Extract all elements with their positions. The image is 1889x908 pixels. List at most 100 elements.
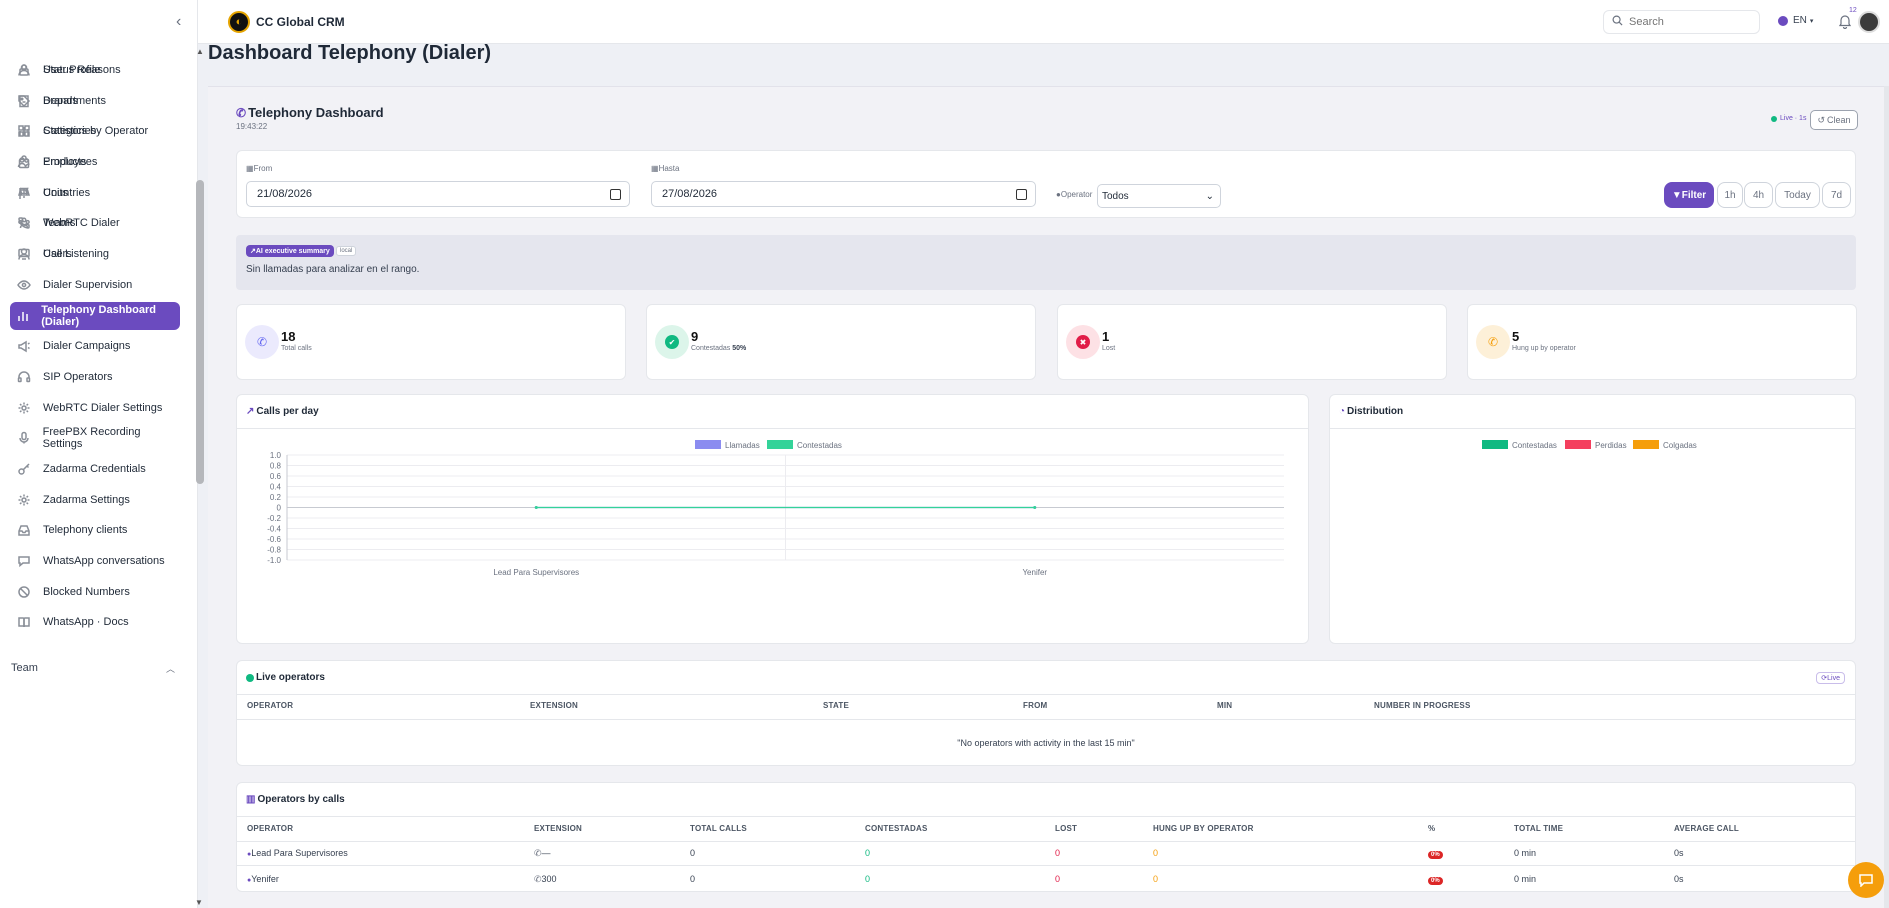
- column-header: STATE: [823, 701, 850, 710]
- quick-today-button[interactable]: Today: [1775, 182, 1820, 208]
- clean-button[interactable]: ↺ Clean: [1810, 110, 1858, 130]
- sidebar-item-dialer-supervision[interactable]: Dialer Supervision: [10, 271, 180, 299]
- sidebar-item-statistics-by-operator[interactable]: Statistics by Operator: [10, 117, 180, 145]
- filter-icon: ▼: [1671, 189, 1682, 201]
- y-tick-label: 1.0: [270, 451, 282, 460]
- y-tick-label: 0.6: [270, 472, 282, 481]
- operator-select[interactable]: Todos ⌄: [1097, 184, 1221, 208]
- column-header: FROM: [1023, 701, 1048, 710]
- gear-icon: [16, 492, 32, 508]
- live-dot-icon: [246, 673, 254, 682]
- y-tick-label: 0.2: [270, 493, 282, 502]
- operators-by-calls-card: ▥ Operators by calls OPERATOR EXTENSION TO…: [236, 782, 1856, 892]
- stat-label: Hung up by operator: [1512, 345, 1576, 352]
- y-tick-label: -0.4: [267, 525, 281, 534]
- sidebar-scrollbar[interactable]: [196, 180, 204, 484]
- sidebar-item-countries[interactable]: Countries: [10, 179, 180, 207]
- stat-value: 1: [1102, 329, 1110, 344]
- quick-1h-button[interactable]: 1h: [1717, 182, 1743, 208]
- chevron-down-icon: ▾: [1809, 17, 1814, 25]
- scroll-down-icon[interactable]: ▼: [195, 898, 205, 907]
- calls-per-day-title: Calls per day: [256, 406, 319, 417]
- clean-label: Clean: [1827, 115, 1851, 125]
- sidebar-item-user-profile[interactable]: User Profile: [10, 56, 180, 84]
- data-point: [534, 506, 538, 509]
- column-header: TOTAL TIME: [1514, 824, 1564, 833]
- sidebar-item-telephony-clients[interactable]: Telephony clients: [10, 516, 180, 544]
- sidebar-item-dialer-campaigns[interactable]: Dialer Campaigns: [10, 332, 180, 360]
- line-chart-icon: ↗: [246, 406, 255, 417]
- filter-button[interactable]: ▼ Filter: [1664, 182, 1714, 208]
- column-header: TOTAL CALLS: [690, 824, 747, 833]
- lost-cell: 0: [1055, 874, 1061, 884]
- quick-4h-button[interactable]: 4h: [1744, 182, 1773, 208]
- sidebar-item-departments[interactable]: Departments: [10, 87, 180, 115]
- calendar-icon[interactable]: [1016, 189, 1027, 200]
- search-box[interactable]: [1603, 10, 1760, 34]
- y-tick-label: -0.2: [267, 514, 281, 523]
- avatar[interactable]: [1858, 11, 1880, 33]
- page-scrollbar[interactable]: [1884, 86, 1889, 908]
- sidebar-item-label: Telephony clients: [43, 524, 128, 537]
- column-header: AVERAGE CALL: [1674, 824, 1739, 833]
- from-date-input[interactable]: 21/08/2026: [246, 181, 630, 207]
- team-section-header[interactable]: Team ︿: [11, 662, 175, 675]
- calls-per-day-card: ↗ Calls per day Llamadas Contestadas 1.0 0.…: [236, 394, 1309, 644]
- search-icon: [1612, 15, 1623, 29]
- operator-cell: ●Yenifer: [247, 874, 279, 884]
- time-cell: 0 min: [1514, 874, 1537, 884]
- column-header: OPERATOR: [247, 701, 294, 710]
- x-tick-label: Yenifer: [1022, 568, 1047, 577]
- search-input[interactable]: [1629, 16, 1749, 28]
- collapse-sidebar-icon[interactable]: ‹: [176, 14, 190, 30]
- sidebar-item-webrtc-dialer-settings[interactable]: WebRTC Dialer Settings: [10, 394, 180, 422]
- sidebar-item-sip-operators[interactable]: SIP Operators: [10, 363, 180, 391]
- scroll-up-icon[interactable]: ▲: [196, 47, 204, 56]
- gear-icon: [16, 400, 32, 416]
- language-selector[interactable]: EN ▾: [1778, 15, 1813, 26]
- calls-per-day-chart: Llamadas Contestadas 1.0 0.80.6 0.40.2 0-0.2 -…: [267, 440, 1284, 577]
- legend-label: Contestadas: [1512, 441, 1557, 450]
- sidebar-item-employees[interactable]: Employees: [10, 148, 180, 176]
- sidebar-item-teams[interactable]: Teams: [10, 209, 180, 237]
- phone-icon: ✆: [534, 874, 542, 884]
- from-date-value: 21/08/2026: [257, 188, 313, 200]
- bar-chart-icon: [16, 123, 32, 139]
- calendar-icon[interactable]: [610, 189, 621, 200]
- sidebar-item-zadarma-credentials[interactable]: Zadarma Credentials: [10, 455, 180, 483]
- y-tick-label: 0.8: [270, 462, 282, 471]
- sidebar-item-label: WhatsApp conversations: [43, 555, 165, 567]
- chat-button[interactable]: [1848, 862, 1884, 898]
- brand-logo-icon: ◐: [228, 11, 250, 33]
- user-icon: [16, 246, 32, 262]
- sidebar-item-whatsapp-conversations[interactable]: WhatsApp conversations: [10, 547, 180, 575]
- sidebar-item-whatsapp-docs[interactable]: WhatsApp · Docs: [10, 608, 180, 636]
- data-point: [1033, 506, 1037, 509]
- sidebar-item-freepbx-recording-settings[interactable]: FreePBX Recording Settings: [10, 424, 180, 452]
- quick-7d-button[interactable]: 7d: [1822, 182, 1851, 208]
- sidebar-item-label: SIP Operators: [43, 370, 113, 383]
- sidebar-item-label: Countries: [43, 186, 91, 199]
- legend-swatch: [1633, 440, 1659, 449]
- divider: [237, 841, 1855, 842]
- sidebar-item-zadarma-settings[interactable]: Zadarma Settings: [10, 486, 180, 514]
- distribution-title: Distribution: [1347, 406, 1404, 417]
- sidebar-item-users[interactable]: Users: [10, 240, 180, 268]
- megaphone-icon: [16, 338, 32, 354]
- bell-icon[interactable]: [1838, 13, 1852, 30]
- pie-chart-icon: ◔: [1339, 406, 1346, 417]
- total-cell: 0: [690, 874, 696, 884]
- key-icon: [16, 461, 32, 477]
- calls-per-day-header: ↗ Calls per day: [237, 395, 1308, 429]
- sidebar-item-telephony-dashboard-dialer[interactable]: Telephony Dashboard (Dialer): [10, 301, 180, 330]
- live-refresh-button[interactable]: ⟳ Live: [1816, 672, 1845, 684]
- y-tick-label: 0.4: [270, 483, 282, 492]
- sidebar-item-blocked-numbers[interactable]: Blocked Numbers: [10, 578, 180, 606]
- brand[interactable]: ◐ CC Global CRM: [228, 11, 345, 33]
- eye-icon: [16, 277, 32, 293]
- calendar-icon: ▦: [246, 164, 254, 173]
- to-date-input[interactable]: 27/08/2026: [651, 181, 1036, 207]
- team-nav: User Profile Departments Statistics by Ope…: [10, 56, 180, 271]
- sidebar-item-label: Blocked Numbers: [43, 585, 130, 598]
- y-tick-label: 0: [277, 504, 282, 513]
